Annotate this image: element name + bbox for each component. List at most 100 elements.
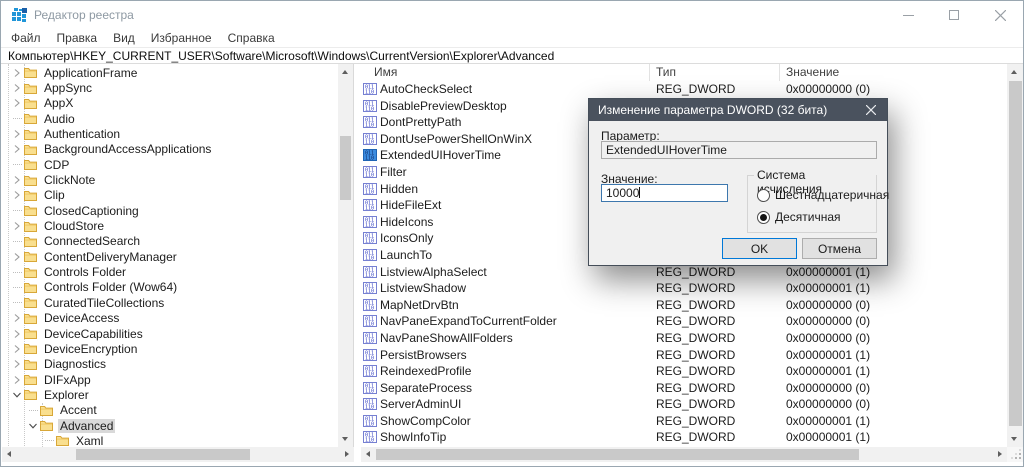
chevron-right-icon[interactable] [10, 312, 24, 324]
radio-icon[interactable] [757, 211, 770, 224]
tree-item[interactable]: Controls Folder [2, 264, 337, 279]
scroll-right-arrow-icon[interactable] [998, 451, 1002, 457]
scrollbar-thumb[interactable] [340, 136, 351, 200]
dialog-title-bar[interactable]: Изменение параметра DWORD (32 бита) [589, 99, 887, 121]
menu-edit[interactable]: Правка [49, 31, 106, 45]
tree-item[interactable]: Diagnostics [2, 357, 337, 372]
scroll-down-arrow-icon[interactable] [1011, 437, 1017, 441]
scroll-down-arrow-icon[interactable] [342, 437, 348, 441]
scroll-up-arrow-icon[interactable] [1011, 70, 1017, 74]
tree-item[interactable]: Authentication [2, 126, 337, 141]
scrollbar-thumb[interactable] [376, 449, 859, 460]
column-separator[interactable] [649, 64, 650, 81]
svg-text:110: 110 [365, 189, 374, 194]
reg-dword-icon: 011110 [363, 282, 377, 297]
tree-item[interactable]: Explorer [2, 387, 337, 402]
value-field[interactable]: 10000 [601, 184, 728, 202]
table-row[interactable]: 011110MapNetDrvBtnREG_DWORD0x00000000 (0… [361, 297, 1007, 314]
chevron-down-icon[interactable] [26, 420, 40, 432]
column-header-type[interactable]: Тип [656, 65, 676, 79]
ok-button[interactable]: OK [722, 238, 797, 259]
chevron-right-icon[interactable] [10, 220, 24, 232]
tree-item[interactable]: DeviceEncryption [2, 341, 337, 356]
chevron-right-icon[interactable] [10, 251, 24, 263]
tree-item[interactable]: DeviceCapabilities [2, 326, 337, 341]
list-vertical-scrollbar[interactable] [1007, 64, 1024, 447]
chevron-right-icon[interactable] [10, 328, 24, 340]
value-data: 0x00000000 (0) [786, 298, 870, 312]
dialog-close-button[interactable] [855, 99, 887, 121]
table-row[interactable]: 011110SeparateProcessREG_DWORD0x00000000… [361, 380, 1007, 397]
scroll-up-arrow-icon[interactable] [342, 70, 348, 74]
chevron-right-icon[interactable] [10, 128, 24, 140]
table-row[interactable]: 011110NavPaneExpandToCurrentFolderREG_DW… [361, 313, 1007, 330]
resize-grip[interactable] [1007, 447, 1024, 462]
table-row[interactable]: 011110ListviewAlphaSelectREG_DWORD0x0000… [361, 264, 1007, 281]
scrollbar-thumb[interactable] [76, 449, 250, 460]
table-row[interactable]: 011110ShowCompColorREG_DWORD0x00000001 (… [361, 413, 1007, 430]
chevron-right-icon[interactable] [10, 82, 24, 94]
list-horizontal-scrollbar[interactable] [361, 447, 1007, 462]
column-header-value[interactable]: Значение [786, 65, 839, 79]
chevron-down-icon[interactable] [10, 389, 24, 401]
radio-option-hex[interactable]: Шестнадцатеричная [757, 188, 889, 202]
tree-item[interactable]: ConnectedSearch [2, 234, 337, 249]
folder-icon [40, 405, 53, 416]
radio-icon[interactable] [757, 189, 770, 202]
table-row[interactable]: 011110PersistBrowsersREG_DWORD0x00000001… [361, 347, 1007, 364]
tree-vertical-scrollbar[interactable] [338, 64, 353, 447]
table-row[interactable]: 011110NavPaneShowAllFoldersREG_DWORD0x00… [361, 330, 1007, 347]
menu-file[interactable]: Файл [3, 31, 49, 45]
folder-icon [24, 236, 37, 247]
value-type: REG_DWORD [656, 281, 735, 295]
chevron-right-icon[interactable] [10, 67, 24, 79]
tree-item[interactable]: AppSync [2, 80, 337, 95]
table-row[interactable]: 011110ListviewShadowREG_DWORD0x00000001 … [361, 280, 1007, 297]
cancel-button[interactable]: Отмена [802, 238, 877, 259]
tree-item[interactable]: ApplicationFrame [2, 65, 337, 80]
tree-item[interactable]: CloudStore [2, 218, 337, 233]
tree-item[interactable]: Audio [2, 111, 337, 126]
scroll-left-arrow-icon[interactable] [7, 451, 11, 457]
tree-horizontal-scrollbar[interactable] [2, 447, 354, 462]
tree-item[interactable]: Accent [2, 403, 337, 418]
param-field[interactable]: ExtendedUIHoverTime [601, 141, 877, 159]
tree-item[interactable]: DeviceAccess [2, 311, 337, 326]
column-separator[interactable] [779, 64, 780, 81]
table-row[interactable]: 011110AutoCheckSelectREG_DWORD0x00000000… [361, 81, 1007, 98]
chevron-right-icon[interactable] [10, 189, 24, 201]
minimize-button[interactable] [885, 1, 931, 29]
tree-item[interactable]: Advanced [2, 418, 337, 433]
tree-item[interactable]: BackgroundAccessApplications [2, 142, 337, 157]
chevron-right-icon[interactable] [10, 174, 24, 186]
scrollbar-thumb[interactable] [1009, 81, 1022, 426]
address-bar[interactable]: Компьютер\HKEY_CURRENT_USER\Software\Mic… [1, 47, 1023, 64]
menu-favorites[interactable]: Избранное [143, 31, 220, 45]
table-row[interactable]: 011110ShowInfoTipREG_DWORD0x00000001 (1) [361, 429, 1007, 446]
scroll-right-arrow-icon[interactable] [345, 451, 349, 457]
table-row[interactable]: 011110ServerAdminUIREG_DWORD0x00000000 (… [361, 396, 1007, 413]
tree-item[interactable]: DIFxApp [2, 372, 337, 387]
tree-item[interactable]: ClickNote [2, 172, 337, 187]
tree-item[interactable]: CuratedTileCollections [2, 295, 337, 310]
chevron-right-icon[interactable] [10, 97, 24, 109]
menu-view[interactable]: Вид [105, 31, 143, 45]
scroll-left-arrow-icon[interactable] [366, 451, 370, 457]
tree-item[interactable]: Clip [2, 188, 337, 203]
chevron-right-icon[interactable] [10, 358, 24, 370]
tree-item[interactable]: ClosedCaptioning [2, 203, 337, 218]
maximize-button[interactable] [931, 1, 977, 29]
tree-item[interactable]: ContentDeliveryManager [2, 249, 337, 264]
table-row[interactable]: 011110ReindexedProfileREG_DWORD0x0000000… [361, 363, 1007, 380]
tree-item[interactable]: Controls Folder (Wow64) [2, 280, 337, 295]
column-header-name[interactable]: Имя [374, 65, 397, 79]
chevron-right-icon[interactable] [10, 143, 24, 155]
tree-item-label: Advanced [58, 419, 115, 433]
chevron-right-icon[interactable] [10, 374, 24, 386]
close-button[interactable] [977, 1, 1023, 29]
menu-help[interactable]: Справка [220, 31, 283, 45]
radio-option-decimal[interactable]: Десятичная [757, 210, 841, 224]
tree-item[interactable]: AppX [2, 96, 337, 111]
chevron-right-icon[interactable] [10, 343, 24, 355]
tree-item[interactable]: CDP [2, 157, 337, 172]
